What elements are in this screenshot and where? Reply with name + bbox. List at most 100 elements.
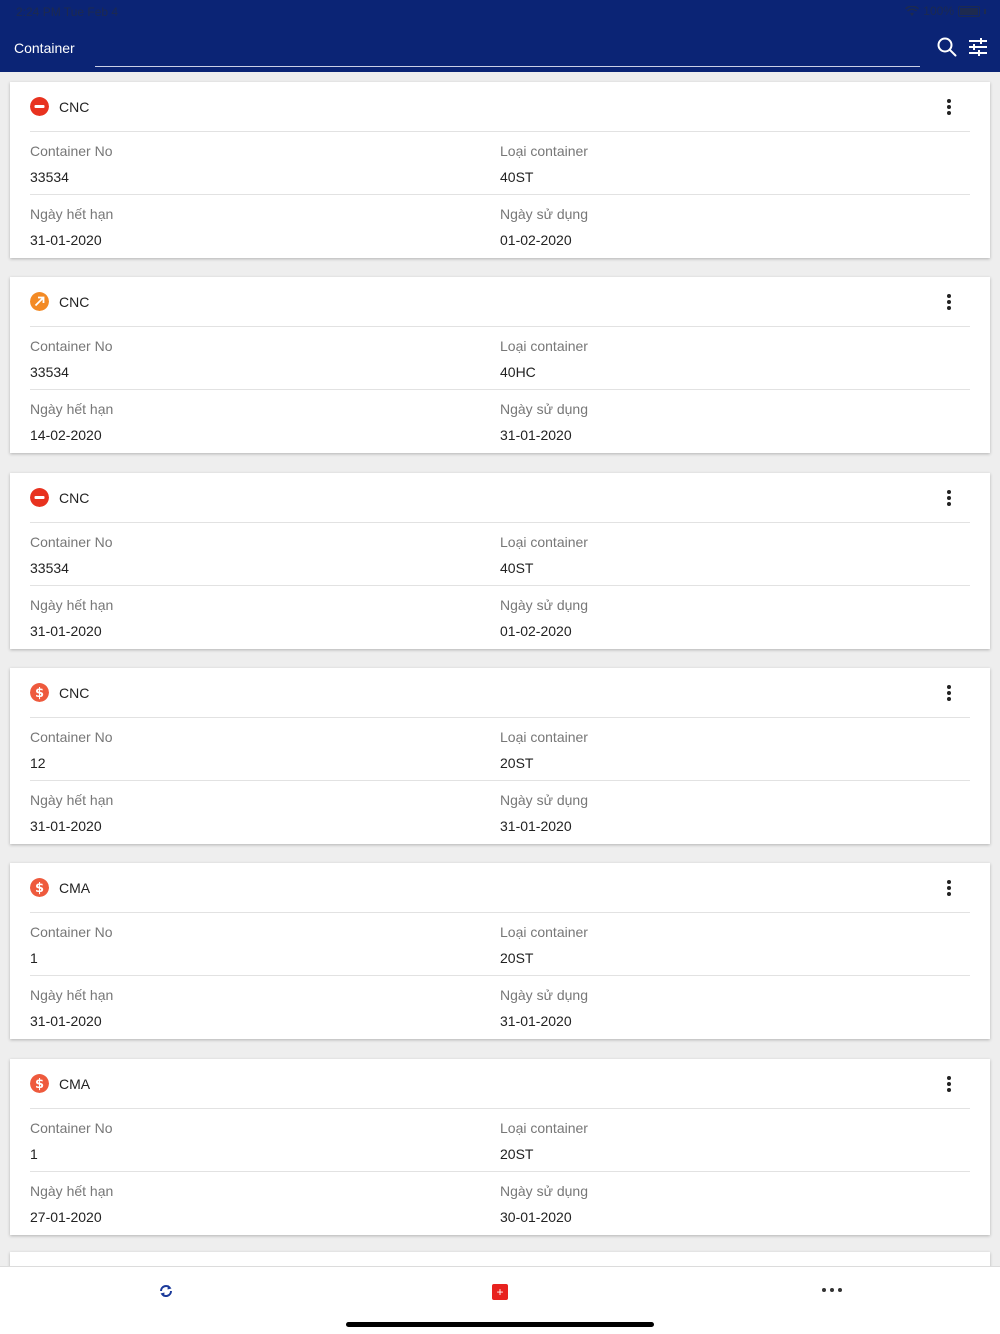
arrow-up-right-icon (30, 292, 49, 311)
card-name: CNC (59, 685, 90, 701)
label-container-no: Container No (30, 534, 113, 550)
label-container-type: Loại container (500, 924, 588, 940)
add-button[interactable]: + (492, 1284, 508, 1300)
value-container-type: 20ST (500, 755, 534, 771)
more-vertical-icon[interactable] (940, 96, 958, 118)
label-container-type: Loại container (500, 143, 588, 159)
value-use-date: 30-01-2020 (500, 1209, 572, 1225)
divider (30, 912, 970, 913)
value-expiry-date: 31-01-2020 (30, 232, 102, 248)
divider (30, 1108, 970, 1109)
value-container-no: 33534 (30, 169, 69, 185)
battery-percent: 100% (923, 4, 954, 18)
label-use-date: Ngày sử dụng (500, 987, 588, 1003)
label-use-date: Ngày sử dụng (500, 206, 588, 222)
card-header: $ CMA (10, 863, 990, 913)
filter-icon[interactable] (968, 37, 988, 57)
container-card[interactable]: $ CMA Container No Loại container 1 20ST Ngày … (10, 1059, 990, 1235)
card-name: CNC (59, 294, 90, 310)
more-vertical-icon[interactable] (940, 291, 958, 313)
card-name: CMA (59, 1076, 91, 1092)
more-vertical-icon[interactable] (940, 1073, 958, 1095)
svg-text:$: $ (35, 1077, 44, 1092)
status-right: 100% (905, 4, 986, 18)
value-container-no: 33534 (30, 560, 69, 576)
label-expiry-date: Ngày hết hạn (30, 1183, 114, 1199)
refresh-icon[interactable] (158, 1283, 174, 1299)
label-expiry-date: Ngày hết hạn (30, 792, 114, 808)
stop-icon (30, 97, 49, 116)
divider (30, 1171, 970, 1172)
svg-text:$: $ (35, 881, 44, 896)
stop-icon (30, 488, 49, 507)
card-name: CNC (59, 99, 90, 115)
container-card[interactable]: CNC Container No Loại container 33534 40HC Ng… (10, 277, 990, 453)
label-use-date: Ngày sử dụng (500, 792, 588, 808)
more-icon[interactable] (822, 1288, 842, 1294)
label-expiry-date: Ngày hết hạn (30, 597, 114, 613)
label-use-date: Ngày sử dụng (500, 597, 588, 613)
svg-text:$: $ (35, 686, 44, 701)
more-vertical-icon[interactable] (940, 682, 958, 704)
value-use-date: 31-01-2020 (500, 1013, 572, 1029)
label-container-no: Container No (30, 338, 113, 354)
value-use-date: 31-01-2020 (500, 427, 572, 443)
status-time: 2:24 PM Tue Feb 4 (16, 5, 119, 19)
bottom-toolbar: + (0, 1266, 1000, 1334)
label-expiry-date: Ngày hết hạn (30, 401, 114, 417)
more-vertical-icon[interactable] (940, 487, 958, 509)
card-name: CMA (59, 880, 91, 896)
dollar-icon: $ (30, 1074, 49, 1093)
value-container-no: 33534 (30, 364, 69, 380)
status-bar: 2:24 PM Tue Feb 4 100% (0, 0, 1000, 24)
divider (30, 975, 970, 976)
home-indicator (346, 1322, 654, 1327)
container-card[interactable]: CNC Container No Loại container 33534 40ST Ng… (10, 82, 990, 258)
dollar-icon: $ (30, 878, 49, 897)
card-name: CNC (59, 490, 90, 506)
label-container-type: Loại container (500, 1120, 588, 1136)
value-expiry-date: 27-01-2020 (30, 1209, 102, 1225)
value-container-no: 1 (30, 1146, 38, 1162)
value-container-type: 40ST (500, 169, 534, 185)
container-card[interactable]: CNC Container No Loại container 33534 40ST Ng… (10, 473, 990, 649)
value-expiry-date: 31-01-2020 (30, 818, 102, 834)
value-container-no: 1 (30, 950, 38, 966)
page-title: Container (14, 40, 75, 56)
value-container-type: 40HC (500, 364, 536, 380)
value-container-type: 40ST (500, 560, 534, 576)
divider (30, 522, 970, 523)
label-use-date: Ngày sử dụng (500, 401, 588, 417)
value-expiry-date: 14-02-2020 (30, 427, 102, 443)
app-header: 2:24 PM Tue Feb 4 100% Container (0, 0, 1000, 72)
value-container-no: 12 (30, 755, 46, 771)
label-container-no: Container No (30, 729, 113, 745)
container-card[interactable]: $ CMA Container No Loại container 1 20ST Ngày … (10, 863, 990, 1039)
label-container-type: Loại container (500, 729, 588, 745)
label-container-no: Container No (30, 143, 113, 159)
dollar-icon: $ (30, 683, 49, 702)
card-header: CNC (10, 277, 990, 327)
search-input[interactable] (95, 66, 920, 67)
card-header: $ CMA (10, 1059, 990, 1109)
divider (30, 131, 970, 132)
search-icon[interactable] (937, 37, 957, 57)
value-expiry-date: 31-01-2020 (30, 1013, 102, 1029)
divider (30, 780, 970, 781)
card-header: CNC (10, 473, 990, 523)
value-use-date: 31-01-2020 (500, 818, 572, 834)
value-use-date: 01-02-2020 (500, 623, 572, 639)
value-use-date: 01-02-2020 (500, 232, 572, 248)
divider (30, 389, 970, 390)
label-container-no: Container No (30, 924, 113, 940)
label-expiry-date: Ngày hết hạn (30, 987, 114, 1003)
label-container-type: Loại container (500, 338, 588, 354)
divider (30, 326, 970, 327)
more-vertical-icon[interactable] (940, 877, 958, 899)
label-expiry-date: Ngày hết hạn (30, 206, 114, 222)
divider (30, 717, 970, 718)
wifi-icon (905, 5, 920, 16)
container-card[interactable]: $ CNC Container No Loại container 12 20ST Ngày… (10, 668, 990, 844)
value-container-type: 20ST (500, 950, 534, 966)
card-header: CNC (10, 82, 990, 132)
